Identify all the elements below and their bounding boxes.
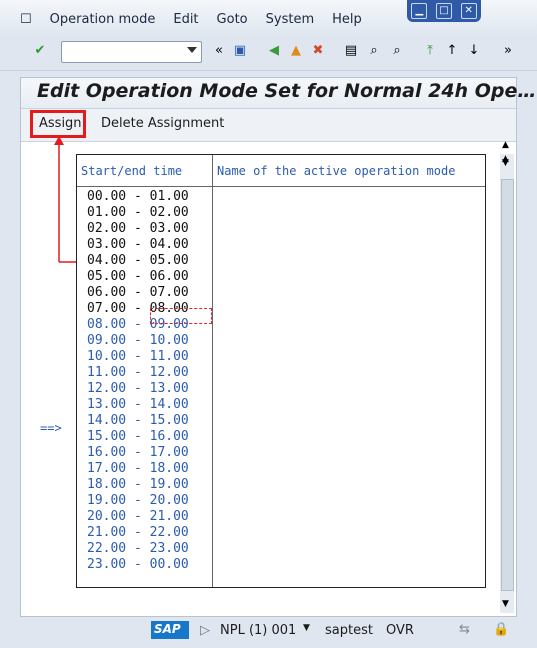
time-row[interactable]: 00.00 - 01.00 bbox=[87, 189, 189, 204]
enter-check-icon[interactable]: ✔ bbox=[32, 43, 48, 59]
time-row[interactable]: 17.00 - 18.00 bbox=[87, 461, 189, 476]
vertical-scrollbar[interactable]: ▲ ▼ bbox=[500, 154, 514, 613]
time-row[interactable]: 22.00 - 23.00 bbox=[87, 541, 189, 556]
cancel-icon[interactable]: ✖ bbox=[310, 43, 326, 59]
window-controls: ▁ □ ✕ bbox=[407, 0, 481, 22]
chevron-down-icon[interactable] bbox=[187, 47, 197, 53]
time-row[interactable]: 20.00 - 21.00 bbox=[87, 509, 189, 524]
find-next-icon[interactable]: ⌕ bbox=[389, 43, 405, 59]
assign-highlight bbox=[30, 110, 86, 138]
minimize-icon[interactable]: ▁ bbox=[411, 3, 428, 19]
back-icon[interactable]: ◀ bbox=[266, 43, 282, 59]
exit-icon[interactable]: ▲ bbox=[288, 43, 304, 59]
system-info: NPL (1) 001 bbox=[220, 623, 297, 638]
time-row[interactable]: 10.00 - 11.00 bbox=[87, 349, 189, 364]
previous-page-icon[interactable]: ↑ bbox=[444, 43, 460, 59]
time-row[interactable]: 09.00 - 10.00 bbox=[87, 333, 189, 348]
col-start-end-time[interactable]: Start/end time bbox=[81, 164, 182, 178]
delete-assignment-button[interactable]: Delete Assignment bbox=[101, 116, 224, 131]
time-row[interactable]: 12.00 - 13.00 bbox=[87, 381, 189, 396]
menu-bar: ☐ Operation mode Edit Goto System Help bbox=[20, 12, 362, 30]
lock-icon[interactable]: 🔒 bbox=[493, 622, 509, 637]
page-title: Edit Operation Mode Set for Normal 24h O… bbox=[37, 80, 537, 102]
menu-help[interactable]: Help bbox=[332, 12, 362, 30]
column-divider bbox=[212, 155, 213, 587]
current-row-marker: ==> bbox=[40, 421, 62, 435]
time-row[interactable]: 16.00 - 17.00 bbox=[87, 445, 189, 460]
menu-goto[interactable]: Goto bbox=[217, 12, 248, 30]
time-row[interactable]: 18.00 - 19.00 bbox=[87, 477, 189, 492]
scroll-top-down-icon[interactable]: ▼ bbox=[502, 158, 509, 168]
application-toolbar: Assign Delete Assignment bbox=[21, 109, 516, 142]
page-title-bar: Edit Operation Mode Set for Normal 24h O… bbox=[21, 78, 536, 109]
next-page-icon[interactable]: ↓ bbox=[466, 43, 482, 59]
find-icon[interactable]: ⌕ bbox=[366, 43, 382, 59]
time-row[interactable]: 03.00 - 04.00 bbox=[87, 237, 189, 252]
status-bar: SAP ▷ NPL (1) 001 ▼ saptest OVR ⇆ 🔒 bbox=[0, 618, 537, 648]
time-row[interactable]: 06.00 - 07.00 bbox=[87, 285, 189, 300]
first-page-icon[interactable]: ⤒ bbox=[422, 43, 438, 59]
time-row[interactable]: 23.00 - 00.00 bbox=[87, 557, 189, 572]
insert-mode: OVR bbox=[386, 623, 414, 638]
system-dropdown-icon[interactable]: ▼ bbox=[303, 623, 310, 633]
command-field[interactable] bbox=[61, 41, 202, 63]
standard-toolbar: ✔ « ▣ ◀ ▲ ✖ ▤ ⌕ ⌕ ⤒ ↑ ↓ » bbox=[0, 36, 537, 71]
cursor-highlight bbox=[150, 308, 212, 324]
time-row[interactable]: 02.00 - 03.00 bbox=[87, 221, 189, 236]
scroll-top-up-icon[interactable]: ▲ bbox=[502, 140, 509, 150]
status-expand-icon[interactable]: ▷ bbox=[200, 623, 210, 638]
col-active-operation-mode[interactable]: Name of the active operation mode bbox=[217, 164, 455, 178]
scroll-thumb[interactable] bbox=[501, 179, 514, 591]
time-row[interactable]: 11.00 - 12.00 bbox=[87, 365, 189, 380]
time-row[interactable]: 14.00 - 15.00 bbox=[87, 413, 189, 428]
time-grid: Start/end time Name of the active operat… bbox=[76, 154, 486, 588]
maximize-icon[interactable]: □ bbox=[435, 3, 452, 19]
menu-edit[interactable]: Edit bbox=[173, 12, 198, 30]
sap-logo: SAP bbox=[151, 621, 189, 639]
menu-icon[interactable]: ☐ bbox=[20, 12, 32, 30]
time-row[interactable]: 13.00 - 14.00 bbox=[87, 397, 189, 412]
menu-operation-mode[interactable]: Operation mode bbox=[50, 12, 156, 30]
time-row[interactable]: 05.00 - 06.00 bbox=[87, 269, 189, 284]
save-icon[interactable]: ▣ bbox=[232, 43, 248, 59]
time-row[interactable]: 01.00 - 02.00 bbox=[87, 205, 189, 220]
menu-system[interactable]: System bbox=[266, 12, 314, 30]
grid-header: Start/end time Name of the active operat… bbox=[77, 155, 485, 187]
connection-icon: ⇆ bbox=[459, 622, 470, 637]
time-row[interactable]: 04.00 - 05.00 bbox=[87, 253, 189, 268]
time-row[interactable]: 21.00 - 22.00 bbox=[87, 525, 189, 540]
scroll-down-icon[interactable]: ▼ bbox=[502, 599, 509, 609]
user-name: saptest bbox=[325, 623, 373, 638]
time-row[interactable]: 19.00 - 20.00 bbox=[87, 493, 189, 508]
collapse-icon[interactable]: « bbox=[211, 43, 227, 59]
close-icon[interactable]: ✕ bbox=[460, 3, 477, 19]
time-row[interactable]: 15.00 - 16.00 bbox=[87, 429, 189, 444]
more-icon[interactable]: » bbox=[500, 43, 516, 59]
print-icon[interactable]: ▤ bbox=[343, 43, 359, 59]
